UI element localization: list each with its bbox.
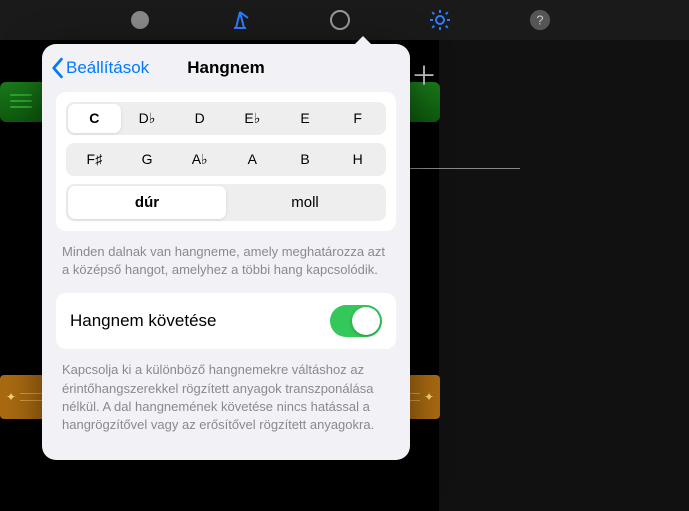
- slider-icon[interactable]: [120, 0, 160, 40]
- add-button[interactable]: ＋: [411, 56, 437, 93]
- mode-minor[interactable]: moll: [226, 186, 384, 219]
- callout-line: [410, 168, 520, 169]
- popover-title: Hangnem: [187, 58, 264, 78]
- key-C[interactable]: C: [68, 104, 121, 133]
- help-icon[interactable]: ?: [520, 0, 560, 40]
- mode-major[interactable]: dúr: [68, 186, 226, 219]
- key-Aflat[interactable]: A♭: [173, 145, 226, 174]
- follow-key-toggle[interactable]: [330, 305, 382, 337]
- key-G[interactable]: G: [121, 145, 174, 174]
- follow-key-row: Hangnem követése: [56, 293, 396, 349]
- hamburger-icon[interactable]: [10, 90, 32, 112]
- back-label: Beállítások: [66, 58, 149, 78]
- loop-icon[interactable]: [320, 0, 360, 40]
- back-button[interactable]: Beállítások: [50, 57, 149, 79]
- key-row-1: CD♭DE♭EF: [66, 102, 386, 135]
- metronome-icon[interactable]: [220, 0, 260, 40]
- key-description: Minden dalnak van hangneme, amely meghat…: [42, 239, 410, 293]
- key-D[interactable]: D: [173, 104, 226, 133]
- key-B[interactable]: B: [279, 145, 332, 174]
- key-popover: Beállítások Hangnem CD♭DE♭EF F♯GA♭ABH dú…: [42, 44, 410, 460]
- follow-description: Kapcsolja ki a különböző hangnemekre vál…: [42, 357, 410, 448]
- svg-text:?: ?: [536, 13, 543, 28]
- top-toolbar: ?: [0, 0, 689, 40]
- key-row-2: F♯GA♭ABH: [66, 143, 386, 176]
- gear-icon[interactable]: [420, 0, 460, 40]
- key-card: CD♭DE♭EF F♯GA♭ABH dúr moll: [56, 92, 396, 231]
- follow-key-label: Hangnem követése: [70, 311, 216, 331]
- key-Dflat[interactable]: D♭: [121, 104, 174, 133]
- mode-row: dúr moll: [66, 184, 386, 221]
- key-Eflat[interactable]: E♭: [226, 104, 279, 133]
- key-E[interactable]: E: [279, 104, 332, 133]
- key-H[interactable]: H: [331, 145, 384, 174]
- key-A[interactable]: A: [226, 145, 279, 174]
- key-F[interactable]: F: [331, 104, 384, 133]
- key-Fsharp[interactable]: F♯: [68, 145, 121, 174]
